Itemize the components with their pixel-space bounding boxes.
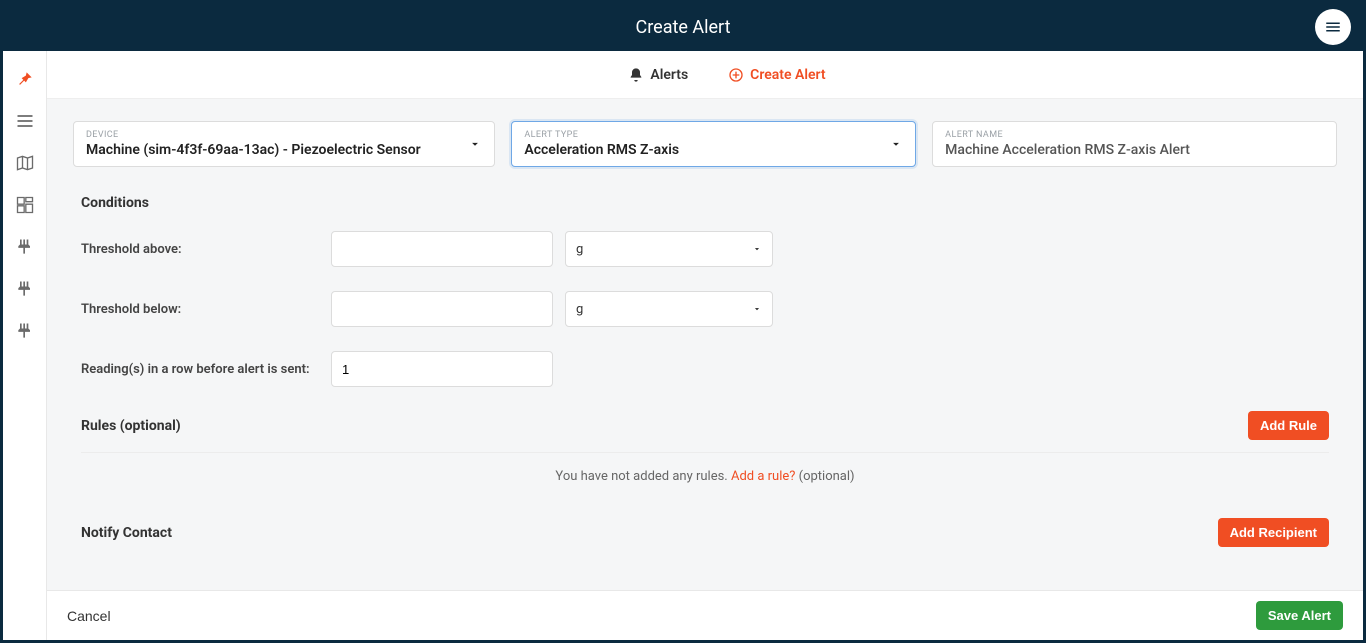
bell-icon: [628, 67, 644, 83]
footer-bar: Cancel Save Alert: [47, 590, 1363, 640]
readings-label: Reading(s) in a row before alert is sent…: [81, 362, 319, 377]
rules-empty-prefix: You have not added any rules.: [555, 469, 731, 484]
save-alert-button[interactable]: Save Alert: [1256, 601, 1343, 630]
tools-icon-1[interactable]: [15, 237, 35, 257]
readings-input[interactable]: [331, 351, 553, 387]
alert-type-micro-label: ALERT TYPE: [524, 130, 875, 140]
map-icon[interactable]: [15, 153, 35, 173]
pin-icon[interactable]: [15, 69, 35, 89]
rules-heading: Rules (optional): [81, 418, 181, 434]
notify-heading: Notify Contact: [81, 525, 172, 541]
hamburger-icon: [1324, 18, 1342, 36]
subnav: Alerts Create Alert: [47, 51, 1363, 99]
rules-empty-state: You have not added any rules. Add a rule…: [81, 452, 1329, 512]
threshold-below-unit-value: g: [576, 302, 583, 317]
tools-icon-2[interactable]: [15, 279, 35, 299]
tab-create-alert[interactable]: Create Alert: [728, 67, 825, 83]
menu-button[interactable]: [1315, 9, 1351, 45]
cancel-button[interactable]: Cancel: [67, 608, 111, 624]
threshold-below-label: Threshold below:: [81, 302, 319, 317]
alert-type-value: Acceleration RMS Z-axis: [524, 142, 875, 158]
threshold-above-unit-value: g: [576, 242, 583, 257]
threshold-above-unit-select[interactable]: g: [565, 231, 773, 267]
add-a-rule-link[interactable]: Add a rule?: [731, 469, 795, 484]
tab-create-alert-label: Create Alert: [750, 67, 825, 83]
plus-circle-icon: [728, 67, 744, 83]
add-rule-button[interactable]: Add Rule: [1248, 411, 1329, 440]
dashboard-icon[interactable]: [15, 195, 35, 215]
add-recipient-button[interactable]: Add Recipient: [1218, 518, 1329, 547]
device-micro-label: DEVICE: [86, 130, 454, 140]
list-icon[interactable]: [15, 111, 35, 131]
threshold-below-input[interactable]: [331, 291, 553, 327]
chevron-down-icon: [468, 137, 482, 151]
app-header: Create Alert: [3, 3, 1363, 51]
chevron-down-icon: [889, 137, 903, 151]
chevron-down-icon: [752, 304, 762, 314]
alert-name-micro-label: ALERT NAME: [945, 130, 1296, 140]
rules-empty-suffix: (optional): [795, 469, 854, 484]
device-select[interactable]: DEVICE Machine (sim-4f3f-69aa-13ac) - Pi…: [73, 121, 495, 167]
threshold-above-label: Threshold above:: [81, 242, 319, 257]
sidebar: [3, 51, 47, 640]
tab-alerts[interactable]: Alerts: [628, 67, 688, 83]
chevron-down-icon: [752, 244, 762, 254]
alert-name-value: Machine Acceleration RMS Z-axis Alert: [945, 142, 1296, 158]
threshold-below-unit-select[interactable]: g: [565, 291, 773, 327]
tools-icon-3[interactable]: [15, 321, 35, 341]
tab-alerts-label: Alerts: [650, 67, 688, 83]
page-title: Create Alert: [636, 17, 731, 38]
conditions-heading: Conditions: [81, 195, 1329, 211]
alert-type-select[interactable]: ALERT TYPE Acceleration RMS Z-axis: [511, 121, 916, 167]
alert-name-input[interactable]: ALERT NAME Machine Acceleration RMS Z-ax…: [932, 121, 1337, 167]
threshold-above-input[interactable]: [331, 231, 553, 267]
device-value: Machine (sim-4f3f-69aa-13ac) - Piezoelec…: [86, 142, 454, 158]
